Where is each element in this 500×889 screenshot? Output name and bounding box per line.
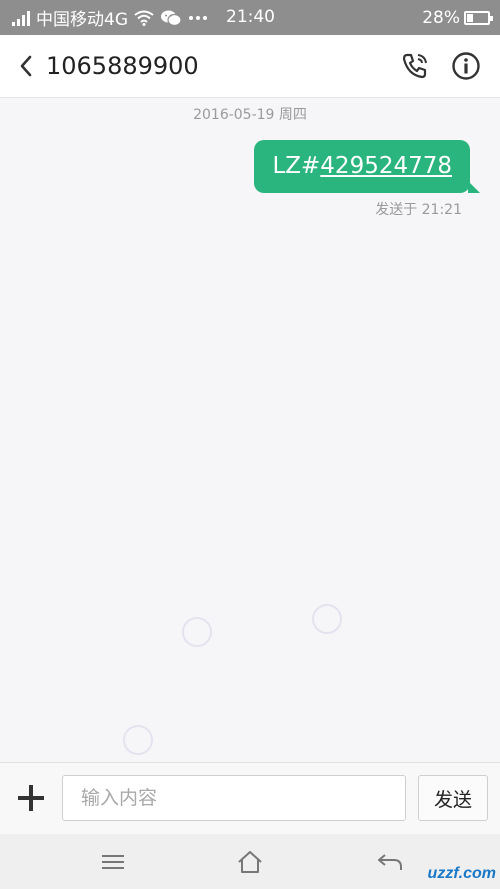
message-number-link[interactable]: 429524778	[320, 153, 452, 179]
navigation-bar: uzzf.com	[0, 834, 500, 889]
conversation-header: 1065889900	[0, 35, 500, 98]
carrier-label: 中国移动4G	[36, 10, 128, 30]
contact-title: 1065889900	[46, 52, 199, 80]
status-bar: 中国移动4G 21:40 28%	[0, 0, 500, 35]
battery-icon	[464, 10, 493, 25]
battery-fill	[467, 13, 473, 22]
chevron-left-icon[interactable]	[14, 51, 38, 81]
more-dots-icon	[189, 15, 207, 20]
touch-indicator	[123, 725, 153, 755]
status-time: 21:40	[226, 7, 275, 27]
status-right: 28%	[422, 0, 493, 35]
sent-message-bubble[interactable]: LZ#429524778	[254, 140, 480, 193]
date-separator: 2016-05-19 周四	[193, 107, 307, 123]
watermark: uzzf.com	[427, 865, 496, 882]
phone-call-icon[interactable]	[400, 51, 430, 81]
message-prefix: LZ#	[272, 153, 321, 179]
status-left: 中国移动4G	[12, 0, 208, 35]
plus-icon[interactable]	[16, 783, 46, 813]
info-icon[interactable]	[451, 51, 481, 81]
battery-percent: 28%	[422, 7, 460, 28]
wechat-icon	[161, 10, 182, 26]
send-button[interactable]: 发送	[418, 775, 488, 821]
touch-indicator	[312, 604, 342, 634]
composer-bar: 发送	[0, 762, 500, 835]
signal-icon	[12, 10, 30, 26]
touch-indicator	[182, 617, 212, 647]
menu-icon[interactable]	[98, 848, 128, 876]
back-arrow-icon[interactable]	[375, 848, 405, 876]
message-sent-time: 发送于 21:21	[375, 202, 462, 218]
wifi-icon	[134, 10, 154, 26]
message-input[interactable]	[62, 775, 406, 821]
home-icon[interactable]	[235, 848, 265, 876]
